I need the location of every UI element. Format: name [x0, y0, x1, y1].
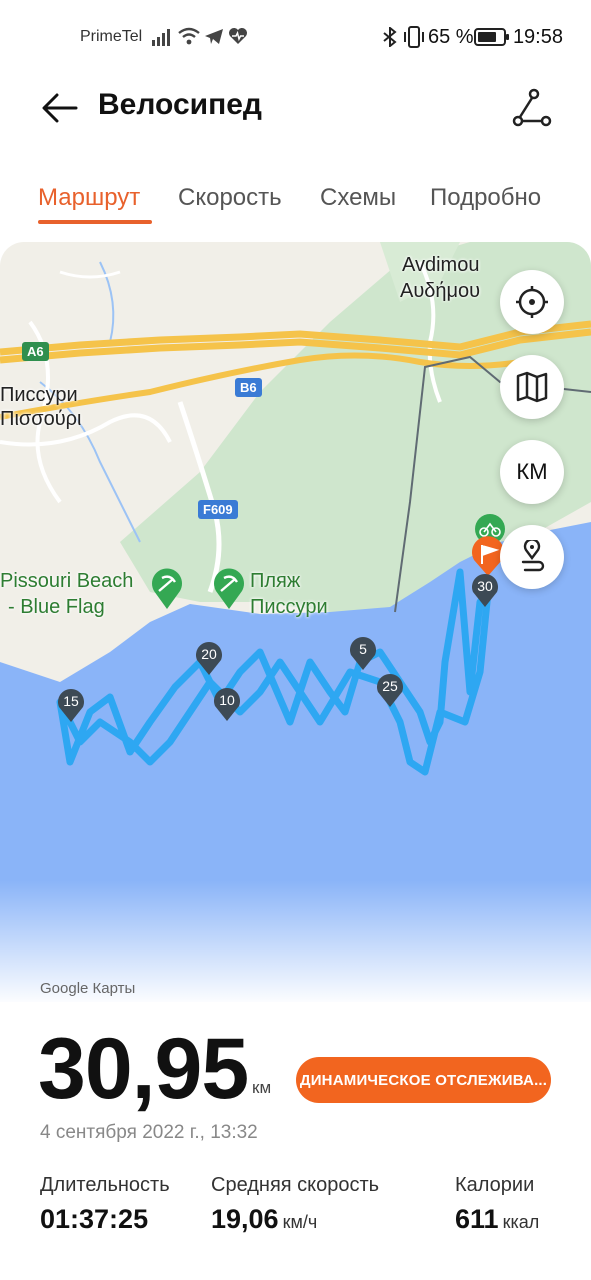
telegram-icon	[205, 29, 223, 44]
route-pin-button[interactable]	[500, 525, 564, 589]
distance-value: 30,95	[38, 1021, 249, 1117]
route-share-button[interactable]	[506, 82, 558, 134]
km-marker: 30	[470, 572, 500, 613]
tab-bar: Маршрут Скорость Схемы Подробно	[0, 176, 591, 236]
active-tab-indicator	[38, 220, 152, 224]
unit-label: КМ	[516, 459, 548, 484]
calories-label: Калории	[455, 1174, 535, 1196]
arrow-left-icon	[42, 93, 78, 123]
poi-pissouri-beach[interactable]: Pissouri Beach - Blue Flag	[0, 568, 133, 620]
place-label-avdimou: Avdimou	[402, 254, 480, 276]
workout-date: 4 сентября 2022 г., 13:32	[40, 1122, 258, 1143]
calories: 611 ккал	[455, 1204, 539, 1235]
tab-charts[interactable]: Схемы	[320, 184, 396, 212]
tab-details[interactable]: Подробно	[430, 184, 541, 212]
place-label-pissouri: Писсури	[0, 384, 78, 406]
km-marker: 15	[56, 687, 86, 728]
duration-value: 01:37:25	[40, 1204, 149, 1234]
health-icon	[229, 28, 247, 44]
place-label-pissouri-greek: Πισσούρι	[0, 408, 82, 430]
dynamic-tracking-button[interactable]: ДИНАМИЧЕСКОЕ ОТСЛЕЖИВА...	[296, 1057, 551, 1103]
km-marker: 25	[375, 672, 405, 713]
battery-percent: 65 %	[428, 26, 474, 48]
map-icon	[516, 371, 548, 403]
place-label-avdimou-greek: Αυδήμου	[400, 280, 481, 302]
km-marker: 10	[212, 686, 242, 727]
poi-pissouri-beach-ru[interactable]: Пляж Писсури	[250, 568, 328, 620]
map-attribution: Google Карты	[40, 980, 136, 997]
beach-pin-icon[interactable]	[212, 568, 246, 610]
locate-button[interactable]	[500, 270, 564, 334]
status-bar: PrimeTel 65 % 19:58	[0, 0, 591, 72]
km-marker: 20	[194, 640, 224, 681]
carrier-name: PrimeTel	[80, 28, 143, 45]
signal-icon	[152, 29, 170, 46]
page-title: Велосипед	[98, 88, 262, 121]
crosshair-icon	[516, 286, 548, 318]
map-type-button[interactable]	[500, 355, 564, 419]
map-fade-overlay	[0, 880, 591, 1020]
tab-route[interactable]: Маршрут	[38, 184, 140, 212]
route-share-icon	[512, 88, 552, 127]
duration-label: Длительность	[40, 1174, 170, 1196]
beach-pin-icon[interactable]	[150, 568, 184, 610]
avg-speed-value: 19,06	[211, 1204, 279, 1234]
vibrate-icon	[404, 26, 424, 48]
bluetooth-icon	[383, 27, 397, 47]
tab-speed[interactable]: Скорость	[178, 184, 282, 212]
km-marker: 5	[348, 635, 378, 676]
avg-speed-label: Средняя скорость	[211, 1174, 380, 1196]
road-shield-f609: F609	[198, 500, 238, 519]
avg-speed: 19,06 км/ч	[211, 1204, 317, 1235]
back-button[interactable]	[36, 84, 84, 132]
clock: 19:58	[512, 26, 563, 48]
calories-unit: ккал	[502, 1212, 540, 1232]
distance-unit: км	[252, 1078, 272, 1097]
wifi-icon	[178, 27, 200, 45]
calories-value: 611	[455, 1204, 499, 1234]
road-shield-a6: A6	[22, 342, 49, 361]
battery-icon	[474, 28, 509, 46]
route-pin-icon	[521, 540, 545, 572]
unit-toggle-button[interactable]: КМ	[500, 440, 564, 504]
avg-speed-unit: км/ч	[282, 1212, 318, 1232]
road-shield-b6: B6	[235, 378, 262, 397]
